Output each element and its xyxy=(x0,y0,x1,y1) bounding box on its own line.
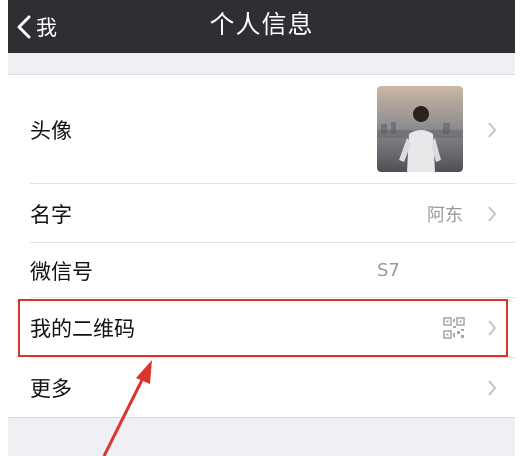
avatar-label: 头像 xyxy=(30,118,72,143)
more-label: 更多 xyxy=(30,376,72,401)
name-label: 名字 xyxy=(30,202,72,227)
chevron-right-icon xyxy=(488,320,497,336)
wechat-id-value: S7 xyxy=(377,260,400,281)
section-gap-top xyxy=(8,53,515,74)
list-item-avatar[interactable]: 头像 xyxy=(8,75,515,184)
wechat-id-label: 微信号 xyxy=(30,259,93,284)
avatar xyxy=(377,86,463,172)
chevron-right-icon xyxy=(488,121,497,138)
list-item-qr-code[interactable]: 我的二维码 xyxy=(8,298,515,358)
list-item-name[interactable]: 名字 阿东 xyxy=(8,184,515,243)
chevron-right-icon xyxy=(488,205,497,222)
section-gap-bottom xyxy=(8,418,515,456)
qr-code-icon xyxy=(443,317,465,339)
list-item-wechat-id: 微信号 S7 xyxy=(8,243,515,298)
profile-list: 头像 名字 阿东 微信号 S7 我的二维码 更多 xyxy=(8,74,515,418)
qr-code-label: 我的二维码 xyxy=(30,317,135,341)
list-item-more[interactable]: 更多 xyxy=(8,358,515,417)
navigation-bar: 我 个人信息 xyxy=(8,0,515,53)
page-title: 个人信息 xyxy=(209,10,314,39)
name-value: 阿东 xyxy=(427,204,463,226)
chevron-right-icon xyxy=(488,379,497,396)
